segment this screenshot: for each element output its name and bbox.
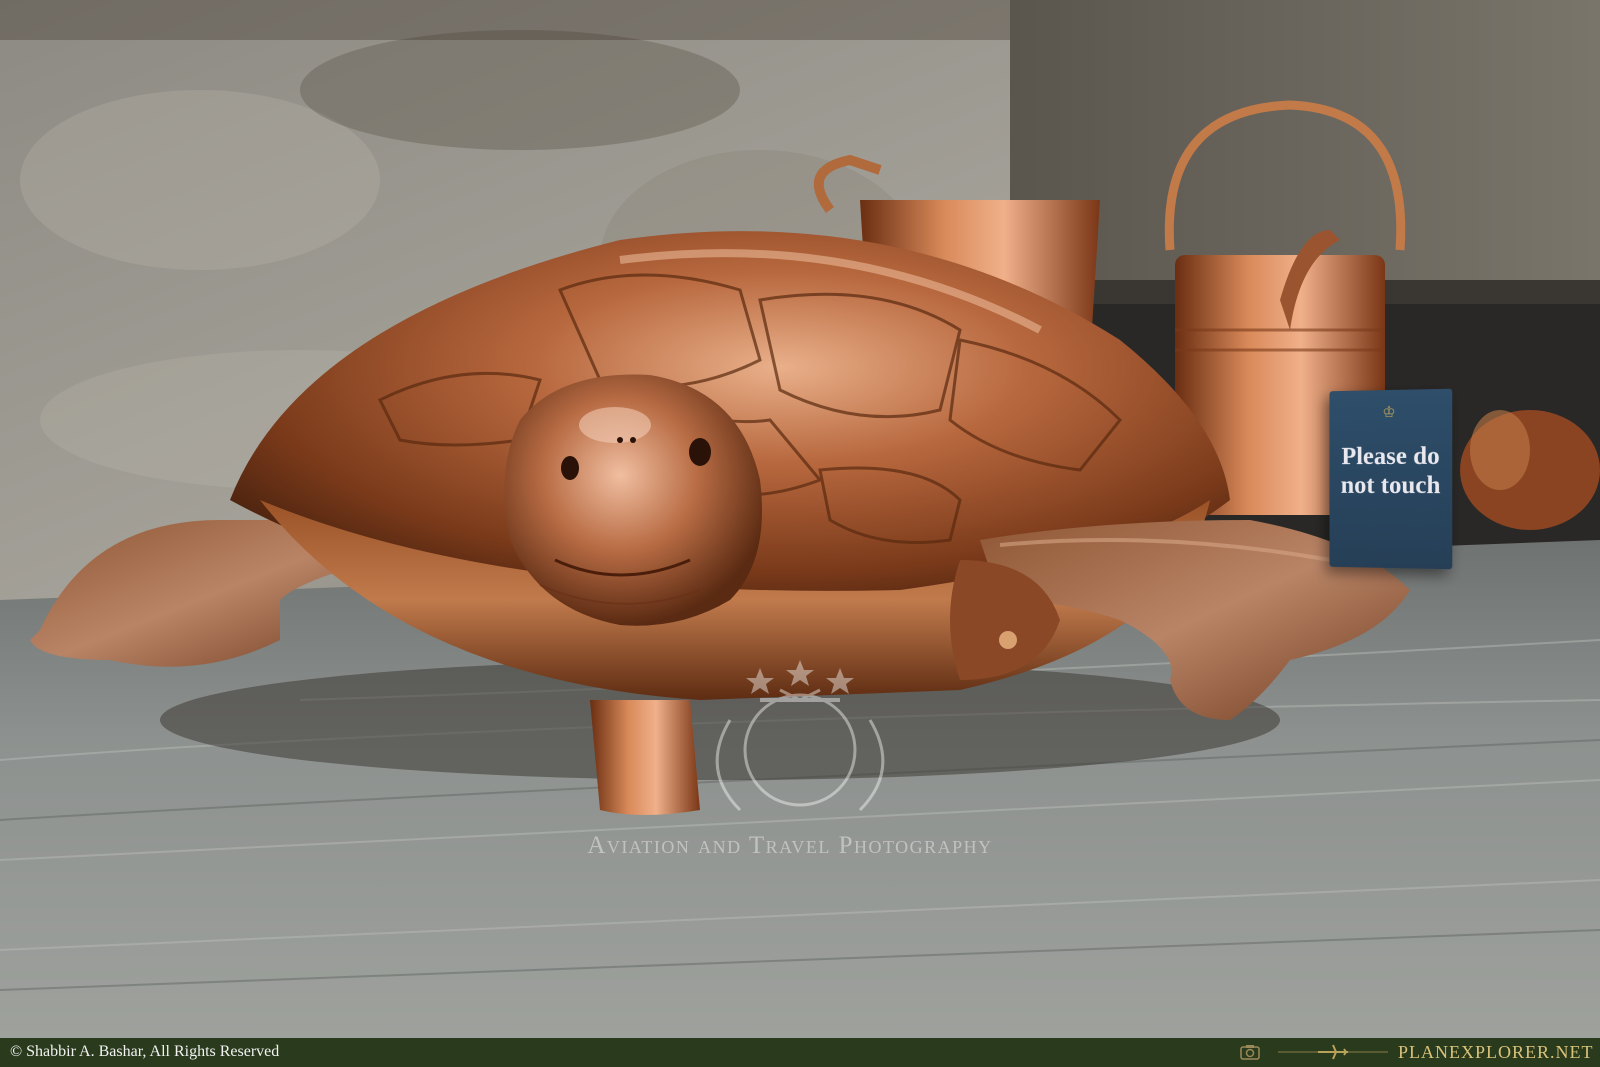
brand-name: PLANEXPLORER.NET [1398,1042,1594,1062]
sign-text: Please do not touch [1340,442,1441,500]
crest-icon: ♔ [1382,402,1396,422]
please-do-not-touch-sign: ♔ Please do not touch [1329,388,1453,570]
footer-bar: © Shabbir A. Bashar, All Rights Reserved… [0,1038,1600,1067]
copyright-text: © Shabbir A. Bashar, All Rights Reserved [10,1043,280,1060]
photo-scene: ♔ Please do not touch Aviation and Trave… [0,0,1600,1038]
airplane-icon [1278,1044,1388,1060]
watermark-tagline: Aviation and Travel Photography [587,832,993,859]
camera-icon [1240,1045,1260,1060]
